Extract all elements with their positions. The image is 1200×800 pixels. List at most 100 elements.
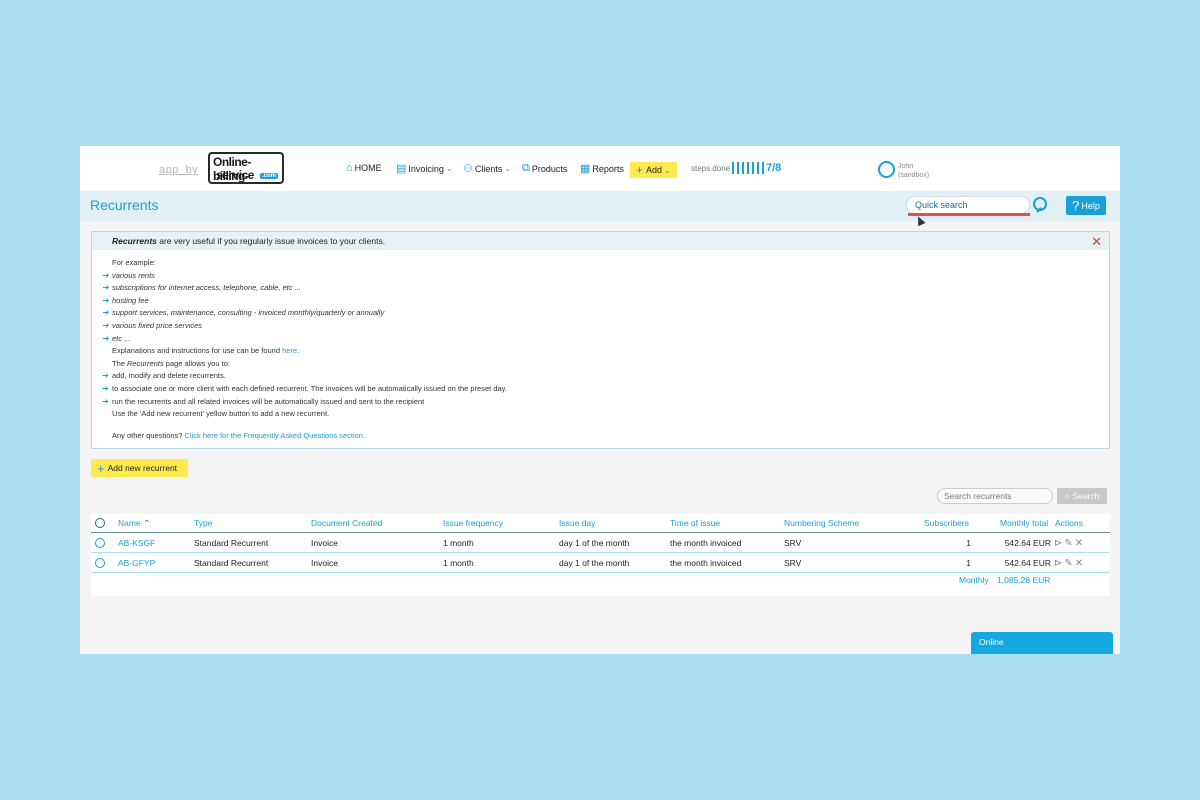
for-example: For example:	[112, 258, 156, 267]
row-monthly: 542.64 EUR	[1004, 558, 1051, 568]
arrow-icon: ➔	[102, 283, 109, 293]
row-radio[interactable]	[95, 538, 105, 548]
explanations-text: Explanations and instructions for use ca…	[112, 346, 283, 356]
app-by-link[interactable]: app_by	[159, 164, 198, 176]
explanations-link[interactable]: here	[282, 346, 297, 355]
user-menu[interactable]: John (sandbox)	[898, 162, 929, 180]
add-menu-button[interactable]: + Add ⌄	[630, 162, 677, 178]
questions-text: Any other questions?	[112, 430, 185, 440]
col-monthly[interactable]: Monthly total	[1000, 518, 1048, 528]
nav-reports[interactable]: ▦ Reports	[580, 162, 624, 175]
search-button-label: Search	[1072, 491, 1100, 501]
row-type: Standard Recurrent	[194, 538, 269, 548]
monthly-total-label: Monthly	[959, 575, 989, 585]
chevron-down-icon: ⌄	[504, 164, 512, 173]
nav-invoicing[interactable]: ▤ Invoicing ⌄	[396, 162, 453, 175]
products-icon: ⧉	[522, 162, 530, 174]
row-frequency: 1 month	[443, 538, 474, 548]
add-label: Add	[646, 165, 663, 175]
nav-products[interactable]: ⧉ Products	[522, 162, 567, 175]
edit-icon[interactable]: ✎	[1064, 538, 1072, 549]
row-name-link[interactable]: AB-GFYP	[118, 558, 155, 568]
row-scheme: SRV	[784, 558, 802, 568]
arrow-icon: ➔	[102, 333, 109, 343]
chevron-down-icon: ⌄	[445, 164, 453, 173]
user-sub: (sandbox)	[898, 172, 930, 179]
steps-progress[interactable]	[732, 162, 764, 174]
arrow-icon: ➔	[102, 383, 109, 393]
col-name[interactable]: Name ⌃	[118, 518, 150, 529]
info-header-em: Recurrents	[112, 236, 157, 246]
nav-products-label: Products	[531, 163, 568, 174]
steps-count: 7/8	[766, 162, 782, 174]
user-globe-icon[interactable]	[878, 161, 895, 178]
quick-search-input[interactable]: Quick search	[906, 196, 1030, 214]
run-icon[interactable]: ⊳	[1054, 558, 1062, 569]
edit-icon[interactable]: ✎	[1064, 558, 1072, 569]
nav-clients-label: Clients	[474, 163, 503, 174]
invoice-icon: ▤	[396, 163, 407, 175]
example-item: subscriptions for internet access, telep…	[112, 283, 301, 293]
col-day[interactable]: Issue day	[559, 518, 595, 528]
example-item: support services, maintenance, consultin…	[112, 308, 385, 318]
page-allows-pre: The	[112, 358, 128, 368]
sort-up-icon: ⌃	[143, 518, 151, 528]
faq-link[interactable]: Click here for the Frequently Asked Ques…	[185, 431, 366, 440]
quick-search-underline	[908, 213, 1030, 216]
col-frequency[interactable]: Issue frequency	[443, 518, 503, 528]
row-document: Invoice	[311, 558, 338, 568]
search-icon[interactable]	[1033, 197, 1047, 211]
row-frequency: 1 month	[443, 558, 474, 568]
nav-invoicing-label: Invoicing	[408, 163, 444, 174]
monthly-total-value: 1,085.28 EUR	[997, 575, 1051, 585]
col-type[interactable]: Type	[194, 518, 212, 528]
plus-icon: +	[97, 460, 105, 476]
row-radio[interactable]	[95, 558, 105, 568]
row-name-link[interactable]: AB-KSGF	[118, 538, 155, 548]
table-row[interactable]: AB-KSGF Standard Recurrent Invoice 1 mon…	[91, 534, 1110, 553]
col-document[interactable]: Document Created	[311, 518, 382, 528]
nav-reports-label: Reports	[592, 163, 624, 174]
nav-clients[interactable]: ⚇ Clients ⌄	[463, 162, 511, 175]
online-chat-tab[interactable]: Online	[971, 632, 1113, 654]
arrow-icon: ➔	[102, 270, 109, 280]
select-all-radio[interactable]	[95, 518, 105, 528]
row-subscribers: 1	[966, 538, 971, 548]
add-new-recurrent-button[interactable]: + Add new recurrent	[91, 459, 188, 477]
table-row[interactable]: AB-GFYP Standard Recurrent Invoice 1 mon…	[91, 554, 1110, 573]
home-icon: ⌂	[346, 162, 353, 174]
delete-icon[interactable]: ✕	[1075, 558, 1083, 569]
row-subscribers: 1	[966, 558, 971, 568]
close-icon[interactable]: ✕	[1091, 234, 1102, 250]
col-subscribers[interactable]: Subscribers	[924, 518, 969, 528]
arrow-icon: ➔	[102, 295, 109, 305]
page-allows-em: Recurrents	[127, 358, 164, 368]
action-item: run the recurrents and all related invoi…	[112, 396, 425, 406]
search-recurrents-input[interactable]: Search recurrents	[937, 488, 1053, 504]
search-button[interactable]: ⌕ Search	[1057, 488, 1107, 504]
example-item: various fixed price services	[112, 320, 203, 330]
clients-icon: ⚇	[463, 163, 473, 175]
arrow-icon: ➔	[102, 320, 109, 330]
search-icon: ⌕	[1064, 490, 1070, 501]
help-button[interactable]: ? Help	[1066, 196, 1106, 215]
online-label: Online	[979, 637, 1004, 647]
col-scheme[interactable]: Numbering Scheme	[784, 518, 859, 528]
app-window: app_by Online-billing- service .com ⌂ HO…	[80, 146, 1120, 654]
action-item: add, modify and delete recurrents.	[112, 371, 226, 381]
row-actions: ⊳ ✎ ✕	[1054, 558, 1083, 569]
nav-home[interactable]: ⌂ HOME	[346, 162, 382, 174]
row-scheme: SRV	[784, 538, 802, 548]
example-item: etc ...	[112, 333, 131, 343]
example-item: various rents	[112, 270, 155, 280]
row-document: Invoice	[311, 538, 338, 548]
page-header: Recurrents Quick search ? Help	[80, 191, 1120, 221]
logo[interactable]: Online-billing- service .com	[208, 152, 284, 184]
delete-icon[interactable]: ✕	[1075, 538, 1083, 549]
arrow-icon: ➔	[102, 396, 109, 406]
run-icon[interactable]: ⊳	[1054, 538, 1062, 549]
arrow-icon: ➔	[102, 371, 109, 381]
col-actions: Actions	[1055, 518, 1083, 528]
arrow-icon: ➔	[102, 308, 109, 318]
col-time[interactable]: Time of issue	[670, 518, 720, 528]
